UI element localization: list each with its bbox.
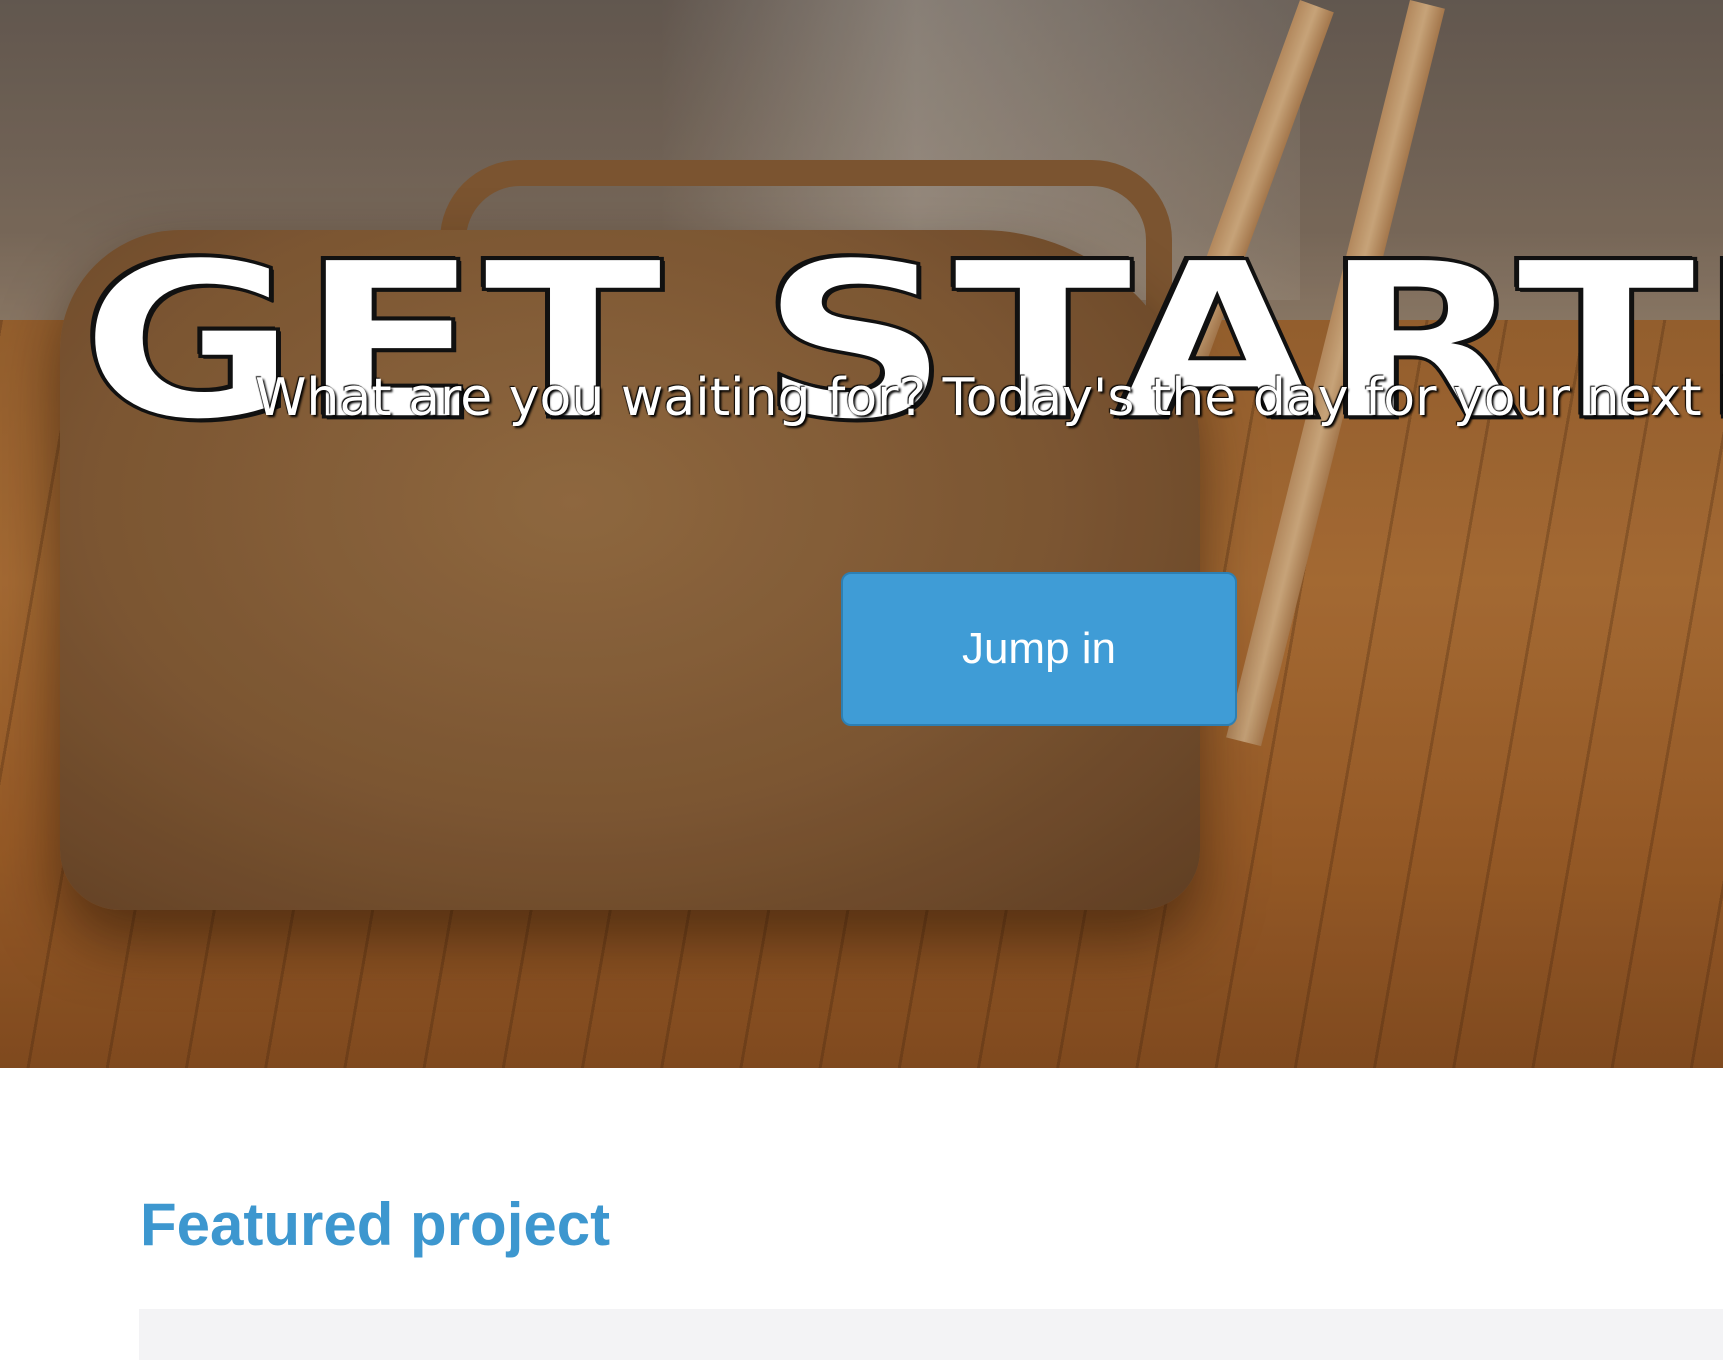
- jump-in-button[interactable]: Jump in: [841, 572, 1237, 726]
- featured-project-heading: Featured project: [140, 1191, 611, 1258]
- hero-overlay: [0, 0, 1723, 1068]
- hero-subtitle: What are you waiting for? Today's the da…: [255, 368, 1723, 428]
- hero-banner: GET STARTE What are you waiting for? Tod…: [0, 0, 1723, 1068]
- featured-project-card[interactable]: [139, 1309, 1723, 1360]
